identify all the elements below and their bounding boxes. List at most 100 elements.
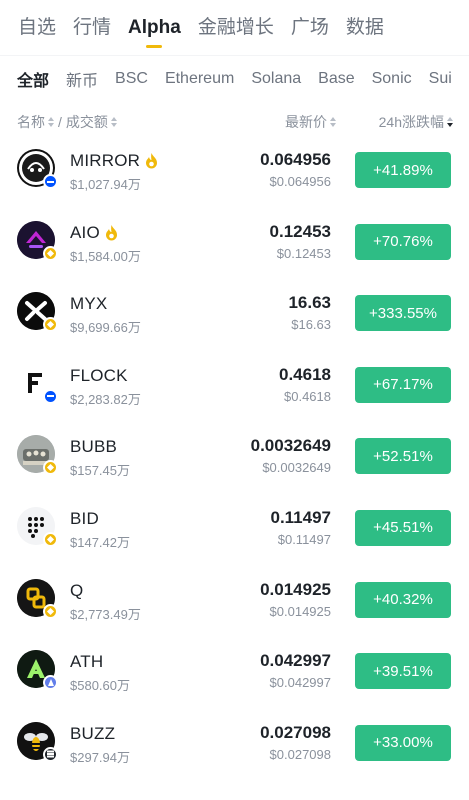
token-symbol-wrap: BID xyxy=(70,509,99,529)
change-badge[interactable]: +45.51% xyxy=(355,509,451,546)
token-symbol-wrap: AIO xyxy=(70,223,118,243)
token-price-usd: $0.12453 xyxy=(276,245,331,261)
token-price: 0.0032649 xyxy=(250,436,331,456)
change-badge[interactable]: +39.51% xyxy=(355,653,451,690)
token-symbol: Q xyxy=(70,580,84,600)
change-badge[interactable]: +52.51% xyxy=(355,438,451,475)
token-row[interactable]: MYX $9,699.66万 16.63 $16.63 +333.55% xyxy=(0,277,469,349)
solana-chain-icon xyxy=(43,746,58,762)
token-avatar xyxy=(17,650,58,691)
token-price: 0.12453 xyxy=(269,221,331,241)
token-row[interactable]: BID $147.42万 0.11497 $0.11497 +45.51% xyxy=(0,492,469,564)
token-symbol: AIO xyxy=(70,222,100,242)
token-list: MIRROR $1,027.94万 0.064956 $0.064956 +41… xyxy=(0,134,469,778)
change-badge[interactable]: +40.32% xyxy=(355,581,451,618)
token-symbol: FLOCK xyxy=(70,365,128,385)
token-volume: $580.60万 xyxy=(70,678,130,694)
tab-earn[interactable]: 金融增长 xyxy=(198,0,274,54)
column-separator: / xyxy=(58,114,62,130)
chain-tab-ethereum[interactable]: Ethereum xyxy=(165,70,234,88)
sort-icon xyxy=(330,117,336,127)
token-price-usd: $0.4618 xyxy=(284,388,331,404)
token-avatar xyxy=(17,149,58,189)
token-row[interactable]: AIO $1,584.00万 0.12453 $0.12453 +70.76% xyxy=(0,206,469,278)
token-row[interactable]: BUBB $157.45万 0.0032649 $0.0032649 +52.5… xyxy=(0,420,469,492)
token-symbol: MYX xyxy=(70,294,108,314)
chain-tab-base[interactable]: Base xyxy=(318,70,354,88)
token-symbol-wrap: MYX xyxy=(70,294,107,314)
change-badge[interactable]: +33.00% xyxy=(355,724,451,761)
token-avatar xyxy=(17,506,58,547)
change-badge[interactable]: +333.55% xyxy=(355,295,451,332)
change-sort[interactable]: 24h涨跌幅 xyxy=(379,112,453,132)
sort-icon xyxy=(48,117,54,127)
token-volume: $1,584.00万 xyxy=(70,248,141,264)
bsc-chain-icon xyxy=(43,460,58,476)
chain-tab-solana[interactable]: Solana xyxy=(251,70,301,88)
token-price: 16.63 xyxy=(288,293,331,313)
token-avatar xyxy=(17,220,58,261)
bsc-chain-icon xyxy=(43,317,58,333)
token-avatar xyxy=(17,721,58,762)
token-row[interactable]: MIRROR $1,027.94万 0.064956 $0.064956 +41… xyxy=(0,134,469,206)
token-price-usd: $0.027098 xyxy=(269,746,331,762)
token-volume: $147.42万 xyxy=(70,534,130,550)
token-avatar xyxy=(17,292,58,333)
bsc-chain-icon xyxy=(43,603,58,619)
token-symbol-wrap: Q xyxy=(70,581,83,601)
token-volume: $157.45万 xyxy=(70,463,130,479)
token-price: 0.042997 xyxy=(260,651,331,671)
token-price: 0.014925 xyxy=(260,579,331,599)
token-symbol-wrap: BUZZ xyxy=(70,724,115,744)
base-chain-icon xyxy=(43,388,58,404)
chain-tab-sui[interactable]: Sui xyxy=(429,70,452,88)
hot-fire-icon xyxy=(146,153,158,169)
token-symbol-wrap: MIRROR xyxy=(70,151,158,171)
token-symbol-wrap: ATH xyxy=(70,652,103,672)
token-avatar xyxy=(17,435,58,476)
token-price-usd: $16.63 xyxy=(291,317,331,333)
nav-divider xyxy=(0,55,469,56)
change-badge[interactable]: +70.76% xyxy=(355,223,451,260)
token-row[interactable]: ATH $580.60万 0.042997 $0.042997 +39.51% xyxy=(0,635,469,707)
token-symbol: BUBB xyxy=(70,437,118,457)
token-volume: $1,027.94万 xyxy=(70,177,141,192)
token-volume: $9,699.66万 xyxy=(70,320,141,336)
bsc-chain-icon xyxy=(43,245,58,261)
sort-icon xyxy=(110,117,117,127)
token-volume: $2,283.82万 xyxy=(70,391,141,407)
tab-alpha[interactable]: Alpha xyxy=(128,0,181,54)
token-price: 0.4618 xyxy=(279,364,331,384)
chain-tab-sonic[interactable]: Sonic xyxy=(372,70,412,88)
token-price: 0.064956 xyxy=(260,150,331,169)
token-row[interactable]: FLOCK $2,283.82万 0.4618 $0.4618 +67.17% xyxy=(0,349,469,421)
chain-tab-bsc[interactable]: BSC xyxy=(115,70,148,88)
token-avatar xyxy=(17,363,58,404)
change-badge[interactable]: +67.17% xyxy=(355,366,451,403)
token-symbol-wrap: BUBB xyxy=(70,437,117,457)
token-price-usd: $0.042997 xyxy=(269,675,331,691)
tab-watchlist[interactable]: 自选 xyxy=(18,0,56,54)
token-symbol: ATH xyxy=(70,652,104,672)
token-avatar xyxy=(17,578,58,619)
column-price-label: 最新价 xyxy=(285,114,327,130)
token-price-usd: $0.11497 xyxy=(277,531,331,547)
chain-tab-all[interactable]: 全部 xyxy=(17,67,49,91)
name-volume-sort[interactable]: 名称 / 成交额 xyxy=(17,112,117,132)
token-volume: $2,773.49万 xyxy=(70,606,141,622)
column-header: 名称 / 成交额 最新价 24h涨跌幅 xyxy=(0,106,469,134)
ethereum-chain-icon xyxy=(43,675,58,691)
token-symbol-wrap: FLOCK xyxy=(70,366,128,386)
hot-fire-icon xyxy=(105,224,117,241)
token-row[interactable]: BUZZ $297.94万 0.027098 $0.027098 +33.00% xyxy=(0,707,469,779)
chain-tab-new[interactable]: 新币 xyxy=(66,67,98,91)
base-chain-icon xyxy=(43,174,58,189)
token-volume: $297.94万 xyxy=(70,749,130,765)
tab-markets[interactable]: 行情 xyxy=(73,0,111,54)
change-badge[interactable]: +41.89% xyxy=(355,152,451,188)
token-row[interactable]: Q $2,773.49万 0.014925 $0.014925 +40.32% xyxy=(0,564,469,636)
tab-square[interactable]: 广场 xyxy=(291,0,329,54)
token-price: 0.027098 xyxy=(260,722,331,742)
tab-data[interactable]: 数据 xyxy=(346,0,384,54)
price-sort[interactable]: 最新价 xyxy=(285,112,336,132)
